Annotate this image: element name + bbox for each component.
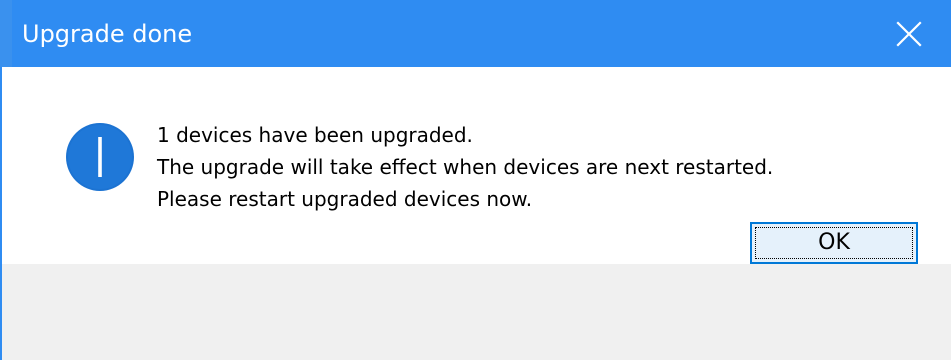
title-bar[interactable]: Upgrade done [0, 0, 951, 67]
close-icon [896, 20, 922, 47]
message-line-1: 1 devices have been upgraded. [157, 123, 473, 147]
ok-button[interactable]: OK [750, 222, 918, 264]
button-footer [2, 264, 951, 360]
message-line-3: Please restart upgraded devices now. [157, 187, 533, 211]
dialog-client-area: 1 devices have been upgraded. The upgrad… [0, 67, 951, 360]
close-button[interactable] [867, 0, 951, 67]
ok-button-label: OK [818, 230, 850, 255]
dialog-window: Upgrade done 1 devices have been upgrade… [0, 0, 951, 360]
info-icon [66, 123, 134, 191]
window-frame-left [0, 0, 12, 67]
message-line-2: The upgrade will take effect when device… [157, 155, 774, 179]
message-text: 1 devices have been upgraded. The upgrad… [157, 119, 773, 215]
dialog-title: Upgrade done [22, 20, 193, 48]
